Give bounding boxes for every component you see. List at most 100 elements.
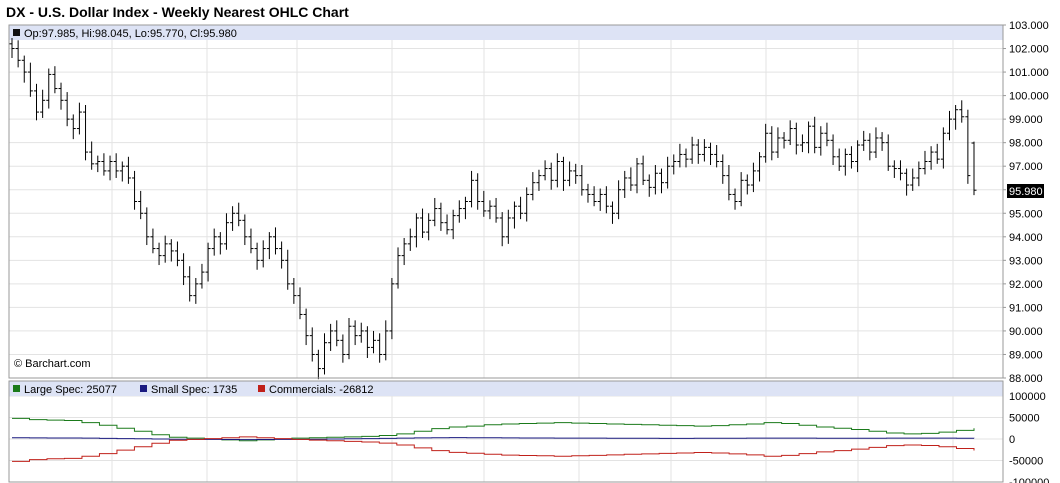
price-tick-label: 88.000 <box>1009 373 1043 385</box>
ohlc-bar <box>720 154 726 184</box>
ohlc-bar <box>254 242 260 270</box>
ohlc-bar <box>757 152 763 182</box>
ohlc-bar <box>861 130 867 151</box>
ohlc-bar <box>132 170 138 210</box>
ohlc-bar <box>965 109 971 184</box>
cot-lines <box>12 417 975 462</box>
ohlc-bar <box>266 232 272 260</box>
ohlc-bar <box>781 132 787 149</box>
ohlc-bar <box>211 228 217 256</box>
ohlc-bar <box>95 155 101 173</box>
ohlc-bar <box>934 143 940 164</box>
ohlc-bar <box>230 206 236 231</box>
ohlc-bar <box>89 141 95 170</box>
ohlc-bar <box>518 196 524 220</box>
ohlc-bar <box>548 162 554 190</box>
ohlc-bar <box>750 162 756 193</box>
ohlc-bar <box>101 153 107 176</box>
ohlc-bar <box>438 202 444 231</box>
ohlc-bar <box>622 170 628 198</box>
ohlc-bar <box>499 212 505 247</box>
ohlc-bar <box>346 317 352 360</box>
ohlc-bar <box>855 140 861 173</box>
cot-tick-label: 50000 <box>1009 413 1040 425</box>
ohlc-bar <box>181 253 187 286</box>
ohlc-bar <box>34 83 40 121</box>
ohlc-bar <box>683 148 689 168</box>
ohlc-bar <box>646 174 652 197</box>
ohlc-bar <box>554 153 560 188</box>
ohlc-bar <box>744 174 750 195</box>
ohlc-bar <box>162 235 168 263</box>
ohlc-bar <box>897 160 903 181</box>
ohlc-bar <box>401 237 407 266</box>
ohlc-bar <box>279 241 285 269</box>
ohlc-bar <box>119 161 125 182</box>
ohlc-bar <box>922 150 928 175</box>
ohlc-bar <box>763 123 769 163</box>
cot-legend-swatch <box>140 385 147 392</box>
price-tick-label: 101.000 <box>1009 67 1049 79</box>
price-axis: 103.000 102.000 101.000 100.000 99.000 98.000… <box>1003 20 1049 385</box>
ohlc-bar <box>432 197 438 227</box>
price-grid <box>9 24 1003 379</box>
cot-legend-label: Small Spec: 1735 <box>151 384 237 396</box>
ohlc-bar <box>836 148 842 171</box>
ohlc-bar <box>591 186 597 207</box>
ohlc-bar <box>450 209 456 240</box>
ohlc-bar <box>217 232 223 255</box>
ohlc-bar <box>291 277 297 304</box>
ohlc-bar <box>248 228 254 254</box>
ohlc-bar <box>530 172 536 201</box>
ohlc-bar <box>40 89 46 118</box>
ohlc-bar <box>52 66 58 94</box>
ohlc-bar <box>806 121 812 154</box>
ohlc-bar <box>910 168 916 191</box>
price-bars <box>9 37 977 380</box>
chart-canvas: Op:97.985, Hi:98.045, Lo:95.770, Cl:95.9… <box>8 20 1049 483</box>
ohlc-bar <box>603 186 609 214</box>
ohlc-bar <box>689 136 695 164</box>
ohlc-bar <box>916 161 922 187</box>
ohlc-bar <box>389 277 395 340</box>
ohlc-bar <box>395 247 401 289</box>
ohlc-bar <box>940 127 946 169</box>
ohlc-bar <box>456 200 462 223</box>
ohlc-bar <box>487 200 493 220</box>
ohlc-bar <box>340 334 346 363</box>
ohlc-readout: Op:97.985, Hi:98.045, Lo:95.770, Cl:95.9… <box>24 28 237 40</box>
ohlc-bar <box>971 141 977 196</box>
ohlc-bar <box>560 156 566 191</box>
ohlc-bar <box>83 105 89 161</box>
ohlc-bar <box>272 227 278 255</box>
ohlc-bar <box>64 92 70 127</box>
ohlc-bar <box>542 160 548 181</box>
ohlc-bar <box>334 320 340 347</box>
cot-series-line <box>12 436 975 462</box>
price-tick-label: 90.000 <box>1009 326 1043 338</box>
ohlc-bar <box>21 55 27 83</box>
ohlc-bar <box>242 214 248 246</box>
price-tick-label: 95.000 <box>1009 208 1043 220</box>
ohlc-bar <box>371 330 377 354</box>
price-tick-label: 103.000 <box>1009 20 1049 32</box>
ohlc-header-marker <box>13 29 20 36</box>
ohlc-bar <box>321 333 327 375</box>
ohlc-bar <box>168 239 174 262</box>
ohlc-bar <box>953 105 959 130</box>
ohlc-bar <box>885 134 891 171</box>
ohlc-bar <box>567 161 573 187</box>
ohlc-bar <box>46 68 52 109</box>
price-tick-label: 91.000 <box>1009 302 1043 314</box>
ohlc-bar <box>426 213 432 241</box>
price-tick-label: 93.000 <box>1009 255 1043 267</box>
cot-legend: Large Spec: 25077 Small Spec: 1735 Commerc… <box>13 384 374 396</box>
price-tick-label: 89.000 <box>1009 349 1043 361</box>
ohlc-bar <box>879 132 885 151</box>
cot-legend-item: Large Spec: 25077 <box>13 384 117 396</box>
ohlc-bar <box>358 322 364 343</box>
cot-legend-label: Commercials: -26812 <box>269 384 374 396</box>
ohlc-bar <box>671 154 677 175</box>
ohlc-bar <box>585 183 591 203</box>
cot-legend-item: Small Spec: 1735 <box>140 384 237 396</box>
